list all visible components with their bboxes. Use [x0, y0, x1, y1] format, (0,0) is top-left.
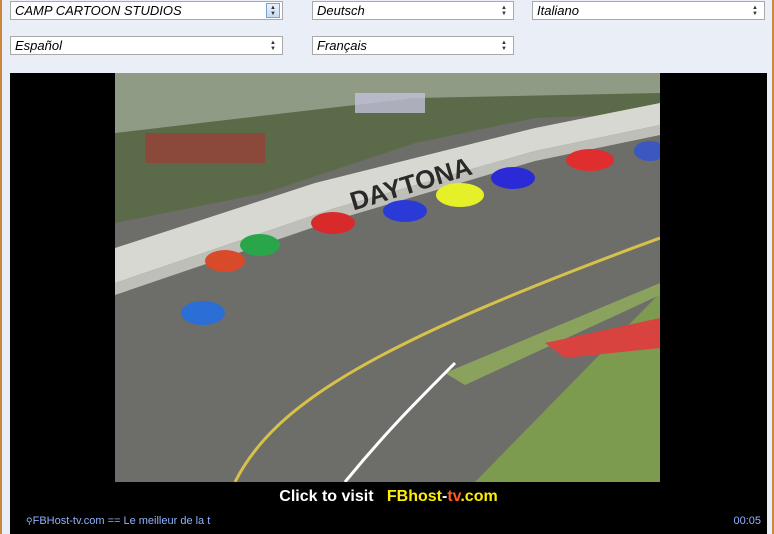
studio-select-value: CAMP CARTOON STUDIOS — [15, 3, 182, 18]
window-frame-left — [0, 0, 2, 534]
brand-name-part2: tv — [447, 488, 461, 505]
espanol-select[interactable]: Español ▲ ▼ — [10, 36, 283, 55]
video-frame[interactable]: DAYTONA — [115, 73, 660, 482]
spinner-arrows-icon[interactable]: ▲ ▼ — [748, 3, 762, 18]
visit-prefix: Click to visit — [279, 488, 374, 505]
playback-time: 00:05 — [733, 515, 761, 527]
news-ticker: ⚲FBHost-tv.com == Le meilleur de la t — [26, 515, 210, 527]
visit-link[interactable]: Click to visit FBhost-tv.com — [10, 488, 767, 506]
brand-name-part1: FBhost — [386, 488, 442, 505]
spinner-arrows-icon[interactable]: ▲ ▼ — [266, 3, 280, 18]
francais-select-value: Français — [317, 38, 367, 53]
signal-icon: ⚲ — [26, 516, 33, 526]
deutsch-select[interactable]: Deutsch ▲ ▼ — [312, 1, 514, 20]
italiano-select-value: Italiano — [537, 3, 579, 18]
ticker-text: FBHost-tv.com == Le meilleur de la t — [32, 515, 211, 527]
studio-select[interactable]: CAMP CARTOON STUDIOS ▲ ▼ — [10, 1, 283, 20]
spinner-arrows-icon[interactable]: ▲ ▼ — [497, 3, 511, 18]
race-scene-image: DAYTONA — [115, 73, 660, 482]
francais-select[interactable]: Français ▲ ▼ — [312, 36, 514, 55]
spinner-arrows-icon[interactable]: ▲ ▼ — [266, 38, 280, 53]
spinner-arrows-icon[interactable]: ▲ ▼ — [497, 38, 511, 53]
video-player[interactable]: DAYTONA Click to visit FBhost-tv.com ⚲FB… — [10, 73, 767, 534]
italiano-select[interactable]: Italiano ▲ ▼ — [532, 1, 765, 20]
brand-name-part3: .com — [460, 488, 498, 505]
espanol-select-value: Español — [15, 38, 62, 53]
deutsch-select-value: Deutsch — [317, 3, 365, 18]
